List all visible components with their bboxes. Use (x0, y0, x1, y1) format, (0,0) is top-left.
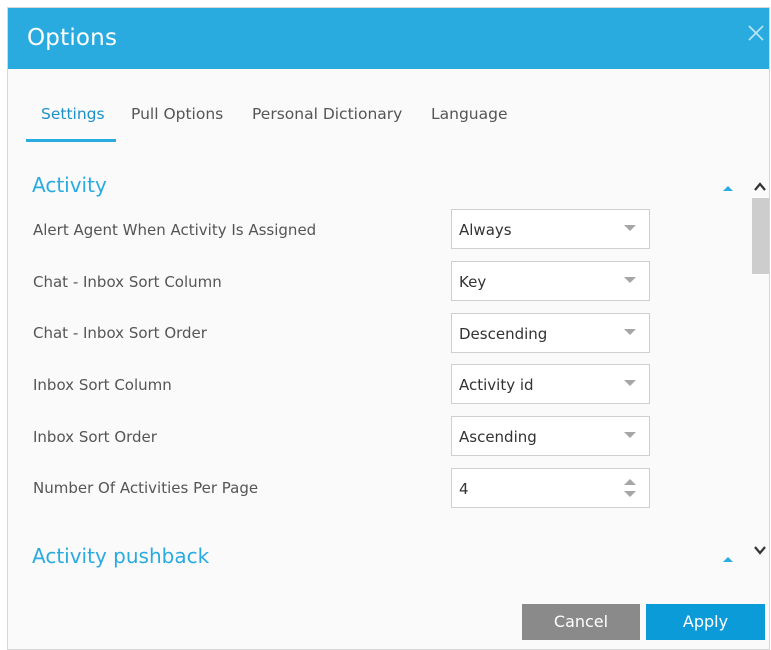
stepper-value: 4 (459, 480, 469, 498)
tab-settings[interactable]: Settings (26, 100, 116, 142)
setting-label: Chat - Inbox Sort Order (33, 324, 207, 342)
select-value: Ascending (459, 428, 537, 446)
setting-label: Chat - Inbox Sort Column (33, 273, 222, 291)
chat-inbox-sort-order-select[interactable]: Descending (451, 313, 650, 353)
tab-label: Settings (41, 105, 105, 123)
scrollbar-thumb[interactable] (752, 198, 769, 274)
close-icon[interactable] (745, 22, 767, 44)
options-dialog: Options Settings Pull Options Personal D… (7, 7, 770, 650)
tab-personal-dictionary[interactable]: Personal Dictionary (252, 100, 402, 142)
scroll-up-icon[interactable] (752, 179, 768, 193)
setting-label: Inbox Sort Column (33, 376, 172, 394)
tab-label: Language (431, 105, 508, 123)
dropdown-caret-icon (624, 380, 636, 386)
tab-label: Personal Dictionary (252, 105, 403, 123)
stepper-down-icon[interactable] (624, 491, 636, 497)
tab-label: Pull Options (131, 105, 224, 123)
inbox-sort-column-select[interactable]: Activity id (451, 364, 650, 404)
setting-label: Inbox Sort Order (33, 428, 157, 446)
select-value: Activity id (459, 376, 534, 394)
dropdown-caret-icon (624, 277, 636, 283)
select-value: Descending (459, 325, 548, 343)
settings-panel: Activity Alert Agent When Activity Is As… (8, 148, 748, 588)
setting-label: Number Of Activities Per Page (33, 479, 259, 497)
section-title-activity: Activity (32, 173, 107, 197)
section-title-activity-pushback: Activity pushback (32, 544, 210, 568)
tab-bar: Settings Pull Options Personal Dictionar… (26, 100, 746, 142)
select-value: Always (459, 221, 512, 239)
stepper-up-icon[interactable] (624, 479, 636, 485)
tab-pull-options[interactable]: Pull Options (131, 100, 223, 142)
activities-per-page-stepper[interactable]: 4 (451, 468, 650, 508)
alert-agent-select[interactable]: Always (451, 209, 650, 249)
dialog-titlebar: Options (8, 8, 769, 69)
scroll-down-icon[interactable] (752, 542, 768, 556)
apply-button[interactable]: Apply (646, 604, 765, 640)
dropdown-caret-icon (624, 432, 636, 438)
tab-language[interactable]: Language (431, 100, 508, 142)
select-value: Key (459, 273, 487, 291)
dialog-title: Options (27, 25, 118, 51)
collapse-arrow-icon[interactable] (721, 550, 735, 562)
chat-inbox-sort-column-select[interactable]: Key (451, 261, 650, 301)
dropdown-caret-icon (624, 329, 636, 335)
collapse-arrow-icon[interactable] (721, 179, 735, 191)
setting-label: Alert Agent When Activity Is Assigned (33, 221, 317, 239)
dropdown-caret-icon (624, 225, 636, 231)
cancel-button[interactable]: Cancel (522, 604, 640, 640)
inbox-sort-order-select[interactable]: Ascending (451, 416, 650, 456)
